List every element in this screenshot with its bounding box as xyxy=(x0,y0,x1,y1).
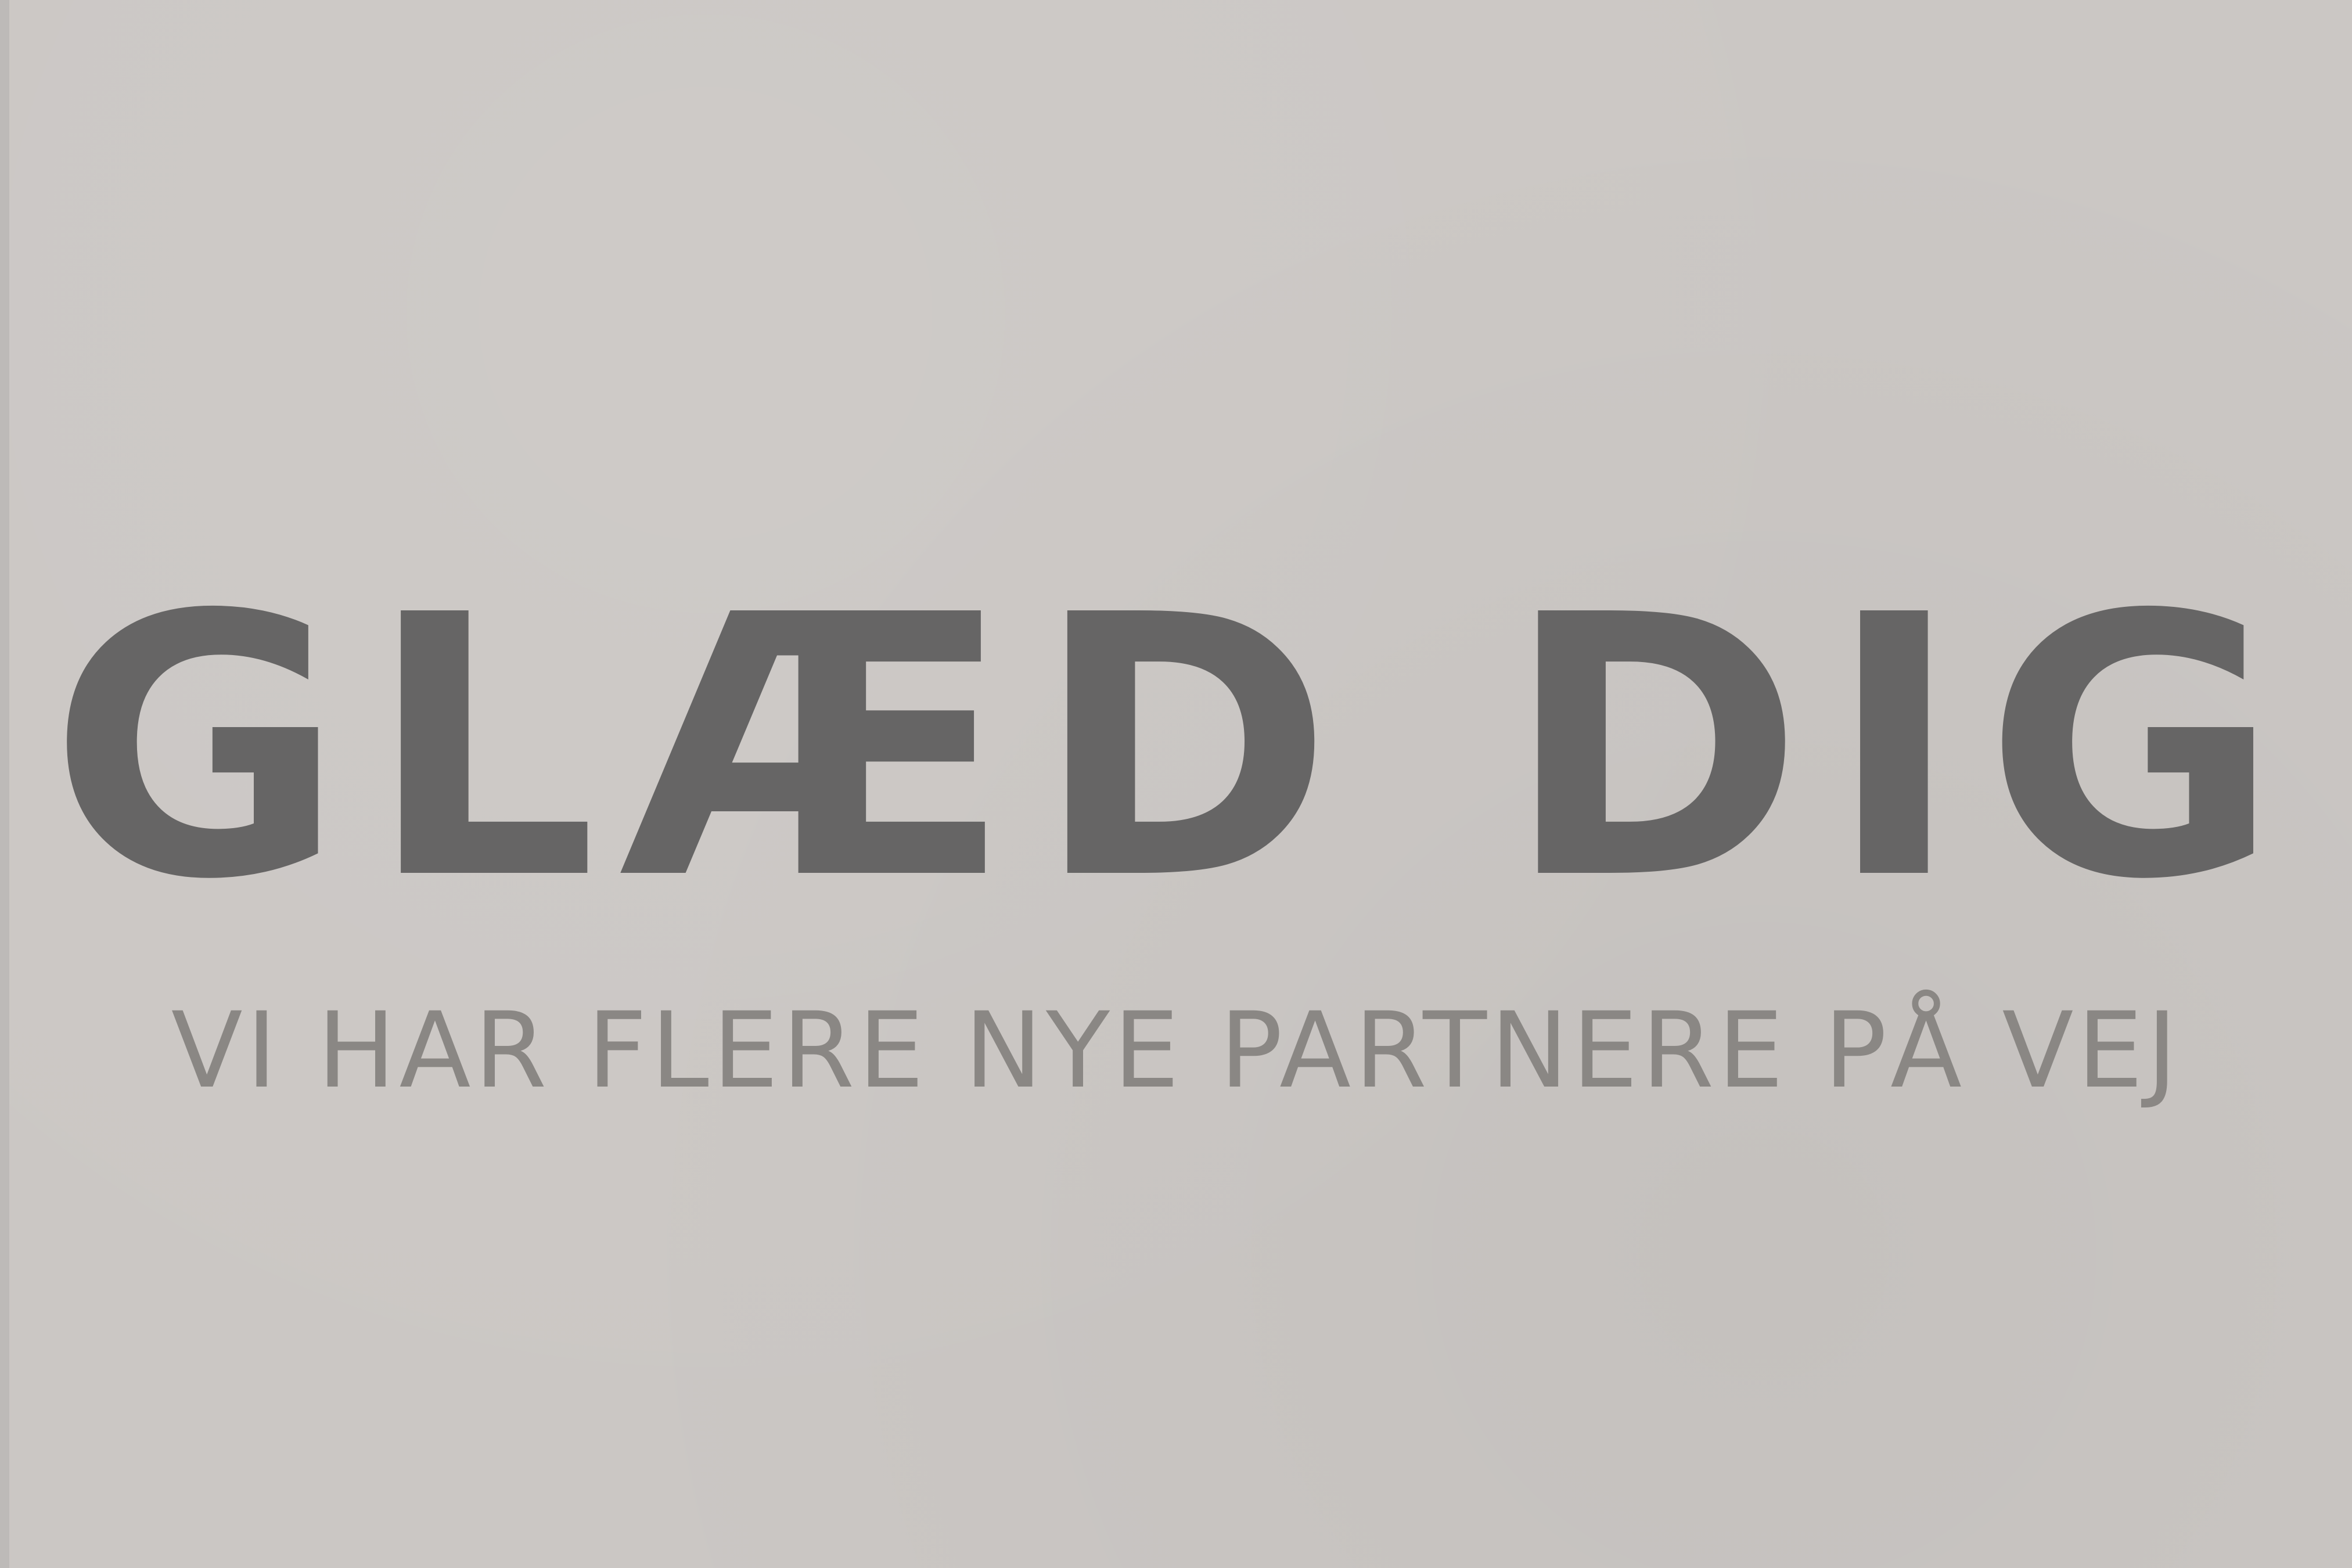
announcement-banner: GLÆD DIG VI HAR FLERE NYE PARTNERE PÅ VE… xyxy=(0,0,2352,1568)
banner-subline: VI HAR FLERE NYE PARTNERE PÅ VEJ xyxy=(171,990,2181,1112)
banner-headline: GLÆD DIG xyxy=(49,540,2303,958)
